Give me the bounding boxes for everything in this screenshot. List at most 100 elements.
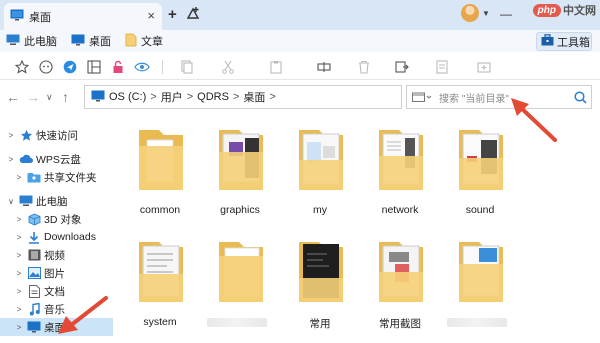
folder-item[interactable]: 常用 bbox=[285, 234, 355, 330]
desktop-icon bbox=[71, 34, 85, 49]
monitor-icon bbox=[19, 194, 33, 208]
folder-icon bbox=[299, 130, 343, 190]
bookmark-label: 桌面 bbox=[89, 36, 111, 48]
search-icon[interactable] bbox=[569, 90, 591, 104]
monitor-icon bbox=[6, 34, 20, 49]
chevron-right-icon[interactable]: > bbox=[14, 269, 24, 278]
chevron-right-icon[interactable]: > bbox=[14, 215, 24, 224]
bookmark-label: 此电脑 bbox=[24, 36, 57, 48]
annotation-arrow-icon bbox=[511, 98, 557, 142]
sidebar-item-wps-cloud[interactable]: > WPS云盘 bbox=[0, 150, 113, 168]
folder-item[interactable] bbox=[205, 234, 275, 327]
breadcrumb-drive[interactable]: OS (C:) bbox=[109, 91, 146, 103]
folder-label: network bbox=[381, 204, 419, 216]
wechat-icon[interactable] bbox=[38, 59, 54, 75]
folder-icon bbox=[125, 33, 137, 50]
avatar[interactable] bbox=[461, 4, 479, 22]
sidebar-item-quick-access[interactable]: > 快速访问 bbox=[0, 126, 113, 144]
lock-icon[interactable] bbox=[110, 59, 126, 75]
search-scope-dropdown[interactable] bbox=[407, 91, 433, 103]
move-icon[interactable] bbox=[394, 59, 410, 75]
chevron-right-icon[interactable]: > bbox=[14, 305, 24, 314]
breadcrumb-users[interactable]: 用户 bbox=[161, 89, 183, 105]
favorite-star-icon[interactable] bbox=[14, 59, 30, 75]
breadcrumb-separator: > bbox=[232, 91, 240, 103]
eye-icon[interactable] bbox=[134, 59, 150, 75]
close-tab-button[interactable]: × bbox=[147, 9, 155, 23]
folder-label: sound bbox=[465, 204, 495, 216]
search-box[interactable]: 搜索 "当前目录" bbox=[406, 85, 592, 109]
new-folder-icon[interactable] bbox=[476, 59, 492, 75]
folder-icon bbox=[219, 242, 263, 302]
folder-item[interactable] bbox=[445, 234, 515, 327]
tab-bar: 桌面 × + ▼ — php 中文网 bbox=[0, 0, 600, 30]
icon-toolbar bbox=[0, 54, 600, 80]
sidebar-item-videos[interactable]: > 视频 bbox=[0, 246, 113, 264]
sidebar-item-pictures[interactable]: > 图片 bbox=[0, 264, 113, 282]
folder-icon bbox=[379, 242, 423, 302]
folder-item[interactable]: common bbox=[125, 122, 195, 216]
chevron-right-icon[interactable]: > bbox=[14, 287, 24, 296]
chevron-down-icon[interactable]: ▼ bbox=[482, 9, 490, 18]
breadcrumb-desktop[interactable]: 桌面 bbox=[243, 89, 265, 105]
file-explorer-window: 桌面 × + ▼ — php 中文网 此电脑 桌面 文章 工具箱 ← → ∨ ↑… bbox=[0, 0, 600, 343]
folder-label: my bbox=[313, 204, 327, 216]
sidebar-item-label: 3D 对象 bbox=[44, 213, 82, 226]
chevron-down-icon[interactable]: ∨ bbox=[6, 197, 16, 206]
bookmark-articles[interactable]: 文章 bbox=[125, 33, 163, 50]
minimize-icon[interactable]: — bbox=[500, 7, 512, 21]
delete-icon[interactable] bbox=[356, 59, 372, 75]
chevron-right-icon[interactable]: > bbox=[14, 323, 24, 332]
address-bar[interactable]: OS (C:) > 用户 > QDRS > 桌面 > bbox=[84, 85, 402, 109]
toolbox-button[interactable]: 工具箱 bbox=[536, 32, 592, 51]
chevron-right-icon[interactable]: > bbox=[14, 233, 24, 242]
chevron-right-icon[interactable]: > bbox=[14, 173, 24, 182]
cut-icon[interactable] bbox=[220, 59, 236, 75]
sidebar-item-label: 图片 bbox=[44, 267, 65, 280]
folder-icon bbox=[139, 242, 183, 302]
rename-icon[interactable] bbox=[316, 59, 332, 75]
folder-icon bbox=[139, 130, 183, 190]
properties-icon[interactable] bbox=[434, 59, 450, 75]
sidebar-item-label: 快速访问 bbox=[36, 129, 78, 142]
shared-folder-icon bbox=[27, 170, 41, 184]
music-icon bbox=[27, 302, 41, 316]
bookmark-this-pc[interactable]: 此电脑 bbox=[6, 33, 57, 49]
new-window-icon[interactable] bbox=[186, 6, 200, 23]
chevron-down-icon[interactable]: ∨ bbox=[46, 92, 53, 103]
annotation-arrow-icon bbox=[58, 296, 108, 334]
star-icon bbox=[19, 128, 33, 142]
paste-icon[interactable] bbox=[268, 59, 284, 75]
desktop-icon bbox=[10, 9, 24, 24]
watermark-php: php bbox=[532, 3, 561, 17]
chevron-right-icon[interactable]: > bbox=[6, 155, 16, 164]
sidebar-item-3d-objects[interactable]: > 3D 对象 bbox=[0, 210, 113, 228]
copy-icon[interactable] bbox=[178, 59, 194, 75]
new-tab-button[interactable]: + bbox=[168, 6, 177, 23]
sidebar-item-shared-folder[interactable]: > 共享文件夹 bbox=[0, 168, 113, 186]
toolbox-icon bbox=[541, 34, 554, 49]
file-list: common graphics my network sound system … bbox=[113, 114, 600, 343]
sidebar-item-this-pc[interactable]: ∨ 此电脑 bbox=[0, 192, 113, 210]
toolbar-divider bbox=[162, 60, 163, 74]
desktop-icon bbox=[27, 320, 41, 334]
folder-item[interactable]: graphics bbox=[205, 122, 275, 216]
folder-icon bbox=[459, 242, 503, 302]
layout-icon[interactable] bbox=[86, 59, 102, 75]
tab-desktop[interactable]: 桌面 × bbox=[4, 3, 162, 30]
back-icon[interactable]: ← bbox=[6, 89, 20, 105]
sidebar-item-downloads[interactable]: > Downloads bbox=[0, 228, 113, 246]
send-icon[interactable] bbox=[62, 59, 78, 75]
cloud-icon bbox=[19, 152, 33, 166]
folder-item[interactable]: my bbox=[285, 122, 355, 216]
breadcrumb-separator: > bbox=[186, 91, 194, 103]
folder-item[interactable]: network bbox=[365, 122, 435, 216]
bookmark-desktop[interactable]: 桌面 bbox=[71, 33, 111, 49]
forward-icon[interactable]: → bbox=[26, 89, 40, 105]
breadcrumb-user[interactable]: QDRS bbox=[197, 91, 229, 103]
chevron-right-icon[interactable]: > bbox=[6, 131, 16, 140]
up-icon[interactable]: ↑ bbox=[62, 89, 69, 105]
folder-item[interactable]: system bbox=[125, 234, 195, 328]
chevron-right-icon[interactable]: > bbox=[14, 251, 24, 260]
folder-item[interactable]: 常用截图 bbox=[365, 234, 435, 330]
